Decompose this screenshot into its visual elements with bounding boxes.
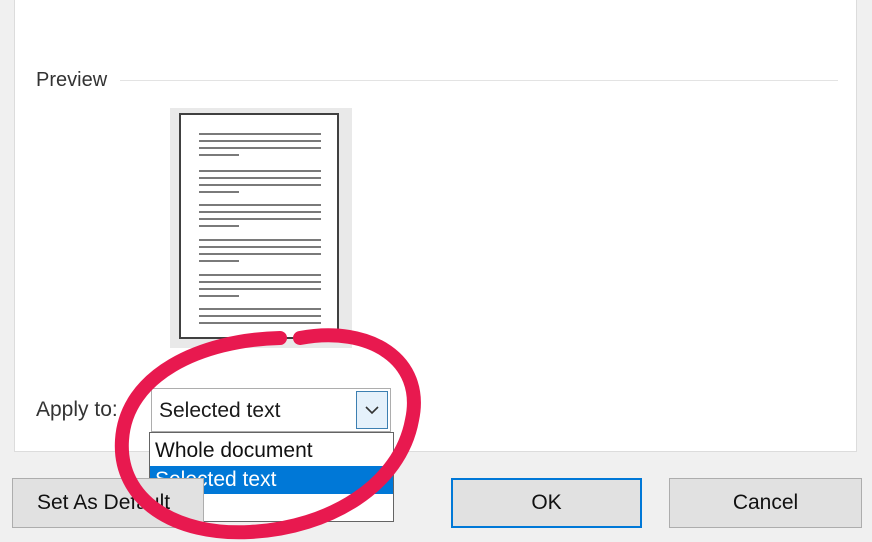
apply-to-value: Selected text — [159, 399, 281, 422]
dropdown-option-whole-document[interactable]: Whole document — [150, 437, 393, 465]
apply-to-label: Apply to: — [36, 398, 118, 421]
preview-line — [199, 211, 321, 213]
preview-line — [199, 308, 321, 310]
apply-to-combobox[interactable]: Selected text — [151, 388, 391, 432]
preview-line — [199, 315, 321, 317]
preview-line — [199, 133, 321, 135]
preview-line — [199, 218, 321, 220]
preview-line — [199, 253, 321, 255]
preview-line — [199, 322, 321, 324]
preview-label: Preview — [36, 69, 108, 91]
preview-line — [199, 154, 239, 156]
set-as-default-button[interactable]: Set As Default — [12, 478, 204, 528]
preview-line — [199, 246, 321, 248]
page-preview — [170, 108, 352, 348]
preview-divider — [120, 80, 838, 81]
preview-line — [199, 288, 321, 290]
preview-line — [199, 147, 321, 149]
cancel-button[interactable]: Cancel — [669, 478, 862, 528]
preview-line — [199, 281, 321, 283]
preview-line — [199, 260, 239, 262]
preview-line — [199, 204, 321, 206]
apply-to-dropdown-button[interactable] — [356, 391, 388, 429]
preview-line — [199, 225, 239, 227]
page-preview-sheet — [179, 113, 339, 339]
preview-line — [199, 140, 321, 142]
ok-button[interactable]: OK — [451, 478, 642, 528]
preview-line — [199, 191, 239, 193]
chevron-down-icon — [365, 406, 379, 415]
preview-line — [199, 170, 321, 172]
dialog-panel — [14, 0, 857, 452]
preview-line — [199, 184, 321, 186]
preview-line — [199, 295, 239, 297]
preview-line — [199, 274, 321, 276]
preview-line — [199, 177, 321, 179]
preview-line — [199, 239, 321, 241]
